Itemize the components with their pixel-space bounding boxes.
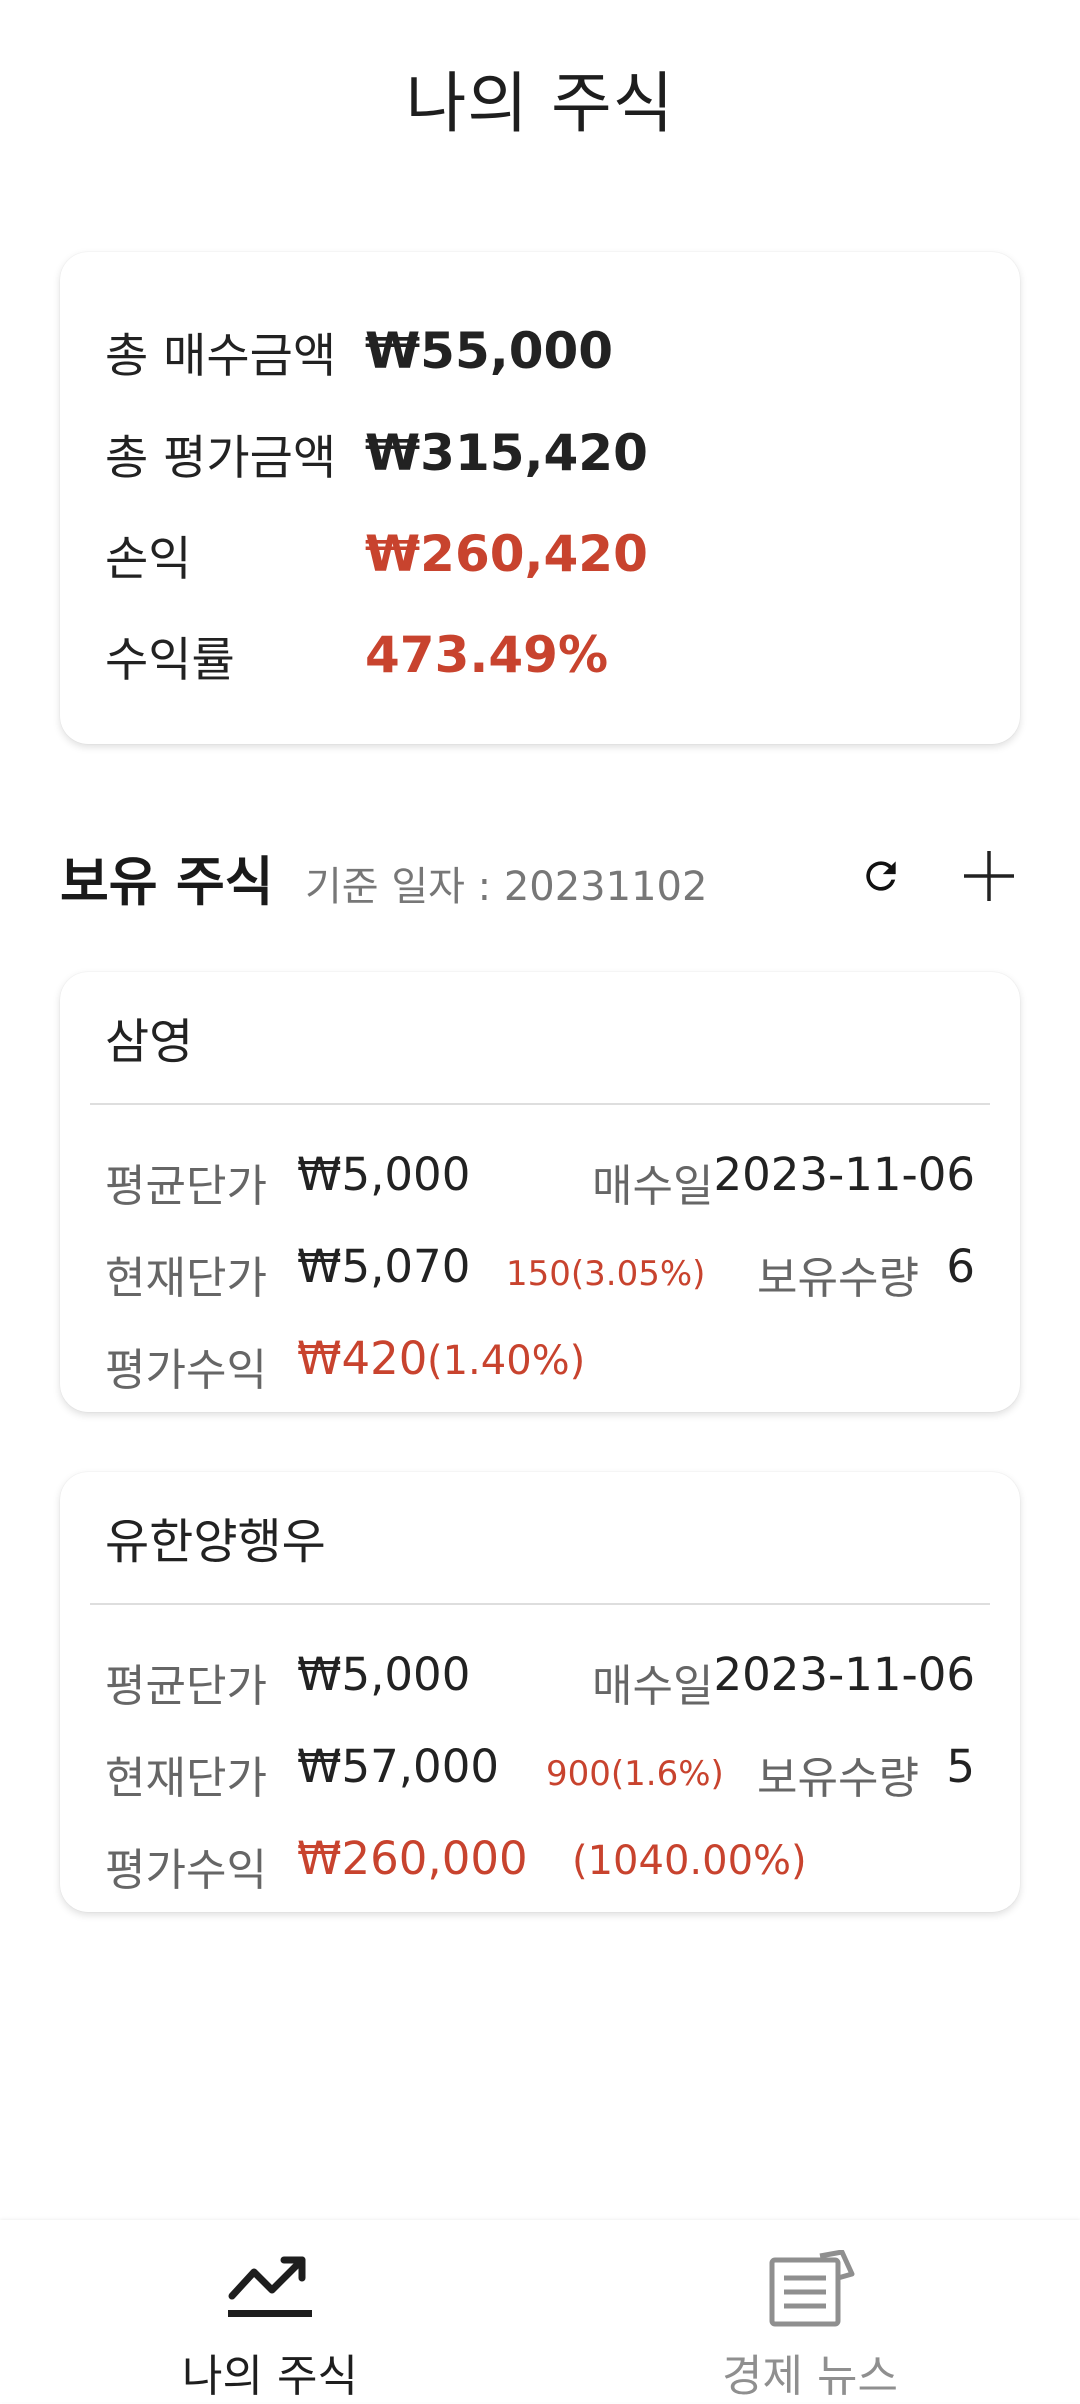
eval-profit-label: 평가수익 <box>105 1345 267 1396</box>
avg-price-label: 평균단가 <box>105 1161 267 1212</box>
total-buy-label: 총 매수금액 <box>105 328 337 384</box>
profit-label: 손익 <box>105 531 192 587</box>
total-buy-row: 총 매수금액 ₩55,000 <box>105 321 614 384</box>
newspaper-icon <box>769 2250 855 2327</box>
buy-date-value: 2023-11-06 <box>713 1148 975 1201</box>
eval-profit-percent: (1.40%) <box>427 1338 586 1384</box>
total-eval-label: 총 평가금액 <box>105 430 337 486</box>
base-date: 기준 일자 : 20231102 <box>305 864 708 910</box>
plus-icon <box>964 851 1014 901</box>
divider <box>90 1103 990 1105</box>
stock-row-avg: 평균단가 ₩5,000 매수일 2023-11-06 <box>105 1642 975 1712</box>
profit-value: ₩260,420 <box>365 525 648 583</box>
price-change: 150(3.05%) <box>506 1254 706 1294</box>
buy-date-label: 매수일 <box>592 1661 714 1712</box>
portfolio-summary-card: 총 매수금액 ₩55,000 총 평가금액 ₩315,420 손익 ₩260,4… <box>60 252 1020 744</box>
quantity-label: 보유수량 <box>757 1253 919 1304</box>
stock-row-eval: 평가수익 ₩420 (1.40%) <box>105 1326 975 1396</box>
current-price-label: 현재단가 <box>105 1753 267 1804</box>
quantity-label: 보유수량 <box>757 1753 919 1804</box>
refresh-button[interactable] <box>845 840 917 912</box>
nav-label: 경제 뉴스 <box>722 2351 898 2402</box>
total-eval-row: 총 평가금액 ₩315,420 <box>105 423 648 486</box>
bottom-nav: 나의 주식 경제 뉴스 <box>0 2220 1080 2402</box>
holdings-header: 보유 주식 기준 일자 : 20231102 <box>60 840 1020 913</box>
avg-price-value: ₩5,000 <box>297 1148 471 1201</box>
eval-profit-percent: (1040.00%) <box>572 1838 807 1884</box>
holdings-title: 보유 주식 <box>60 852 274 913</box>
add-stock-button[interactable] <box>953 840 1025 912</box>
return-value: 473.49% <box>365 626 609 684</box>
eval-profit-label: 평가수익 <box>105 1845 267 1896</box>
current-price-label: 현재단가 <box>105 1253 267 1304</box>
nav-economy-news[interactable]: 경제 뉴스 <box>540 2220 1080 2402</box>
stock-row-avg: 평균단가 ₩5,000 매수일 2023-11-06 <box>105 1142 975 1212</box>
stock-card[interactable]: 삼영 평균단가 ₩5,000 매수일 2023-11-06 현재단가 ₩5,07… <box>60 972 1020 1412</box>
divider <box>90 1603 990 1605</box>
buy-date-label: 매수일 <box>592 1161 714 1212</box>
stock-name: 삼영 <box>105 1014 194 1070</box>
total-buy-value: ₩55,000 <box>365 322 614 380</box>
eval-profit-value: ₩420 <box>297 1332 428 1385</box>
stock-card[interactable]: 유한양행우 평균단가 ₩5,000 매수일 2023-11-06 현재단가 ₩5… <box>60 1472 1020 1912</box>
return-row: 수익률 473.49% <box>105 625 609 688</box>
quantity-value: 6 <box>946 1240 975 1293</box>
nav-label: 나의 주식 <box>182 2351 358 2402</box>
stock-row-current: 현재단가 ₩5,070 150(3.05%) 보유수량 6 <box>105 1234 975 1304</box>
buy-date-value: 2023-11-06 <box>713 1648 975 1701</box>
current-price-value: ₩5,070 <box>297 1240 471 1293</box>
nav-my-stocks[interactable]: 나의 주식 <box>0 2220 540 2402</box>
total-eval-value: ₩315,420 <box>365 424 648 482</box>
avg-price-label: 평균단가 <box>105 1661 267 1712</box>
stock-row-current: 현재단가 ₩57,000 900(1.6%) 보유수량 5 <box>105 1734 975 1804</box>
stock-name: 유한양행우 <box>105 1514 326 1570</box>
price-change: 900(1.6%) <box>546 1754 724 1794</box>
stock-row-eval: 평가수익 ₩260,000 (1040.00%) <box>105 1826 975 1896</box>
page-title: 나의 주식 <box>405 65 675 142</box>
refresh-icon <box>866 861 896 891</box>
profit-row: 손익 ₩260,420 <box>105 524 648 587</box>
trending-up-icon <box>228 2256 312 2317</box>
quantity-value: 5 <box>946 1740 975 1793</box>
return-label: 수익률 <box>105 632 235 688</box>
current-price-value: ₩57,000 <box>297 1740 499 1793</box>
avg-price-value: ₩5,000 <box>297 1648 471 1701</box>
eval-profit-value: ₩260,000 <box>297 1832 528 1885</box>
